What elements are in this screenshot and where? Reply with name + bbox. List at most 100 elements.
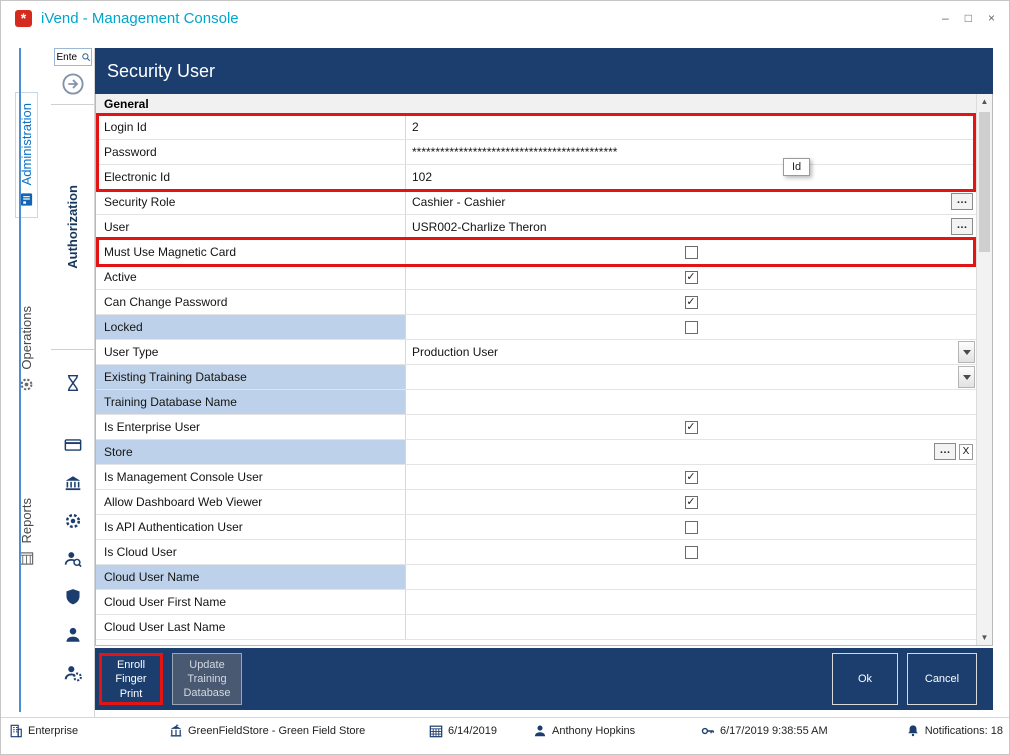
status-text: 6/17/2019 9:38:55 AM <box>720 725 828 737</box>
scroll-thumb[interactable] <box>979 112 990 252</box>
status-current-user[interactable]: Anthony Hopkins <box>533 718 635 744</box>
update-training-database-button[interactable]: Update Training Database <box>172 653 242 705</box>
go-button[interactable] <box>61 72 85 96</box>
status-text: Notifications: 18 <box>924 725 1003 737</box>
search-icon[interactable] <box>81 52 91 62</box>
shield-icon[interactable] <box>64 588 82 606</box>
row-label: Security Role <box>96 190 406 214</box>
tools-gear-icon[interactable] <box>64 512 82 530</box>
calendar-icon <box>429 724 443 738</box>
row-label: User Type <box>96 340 406 364</box>
ok-button[interactable]: Ok <box>832 653 898 705</box>
row-value: ✓ <box>406 415 976 439</box>
toolbar-icons <box>64 350 82 702</box>
form-row: Cloud User Last Name <box>96 615 976 640</box>
form-row: Cloud User Name <box>96 565 976 590</box>
row-label: Locked <box>96 315 406 339</box>
row-label: Cloud User Last Name <box>96 615 406 639</box>
property-grid: General Login Id 2 Password ***************… <box>95 94 993 646</box>
tab-label: Operations <box>18 306 34 370</box>
form-row: Existing Training Database <box>96 365 976 390</box>
checkbox[interactable] <box>684 545 698 559</box>
ellipsis-button[interactable]: … <box>951 218 973 235</box>
row-value[interactable]: 2 <box>406 115 976 139</box>
row-label: Can Change Password <box>96 290 406 314</box>
window-title: iVend - Management Console <box>41 9 239 27</box>
user-search-icon[interactable] <box>64 550 82 568</box>
checkbox[interactable] <box>684 320 698 334</box>
row-value[interactable] <box>406 615 976 639</box>
status-business-date[interactable]: 6/14/2019 <box>429 718 497 744</box>
form-row: User USR002-Charlize Theron… <box>96 215 976 240</box>
row-value[interactable]: 102 <box>406 165 976 189</box>
dropdown-button[interactable] <box>958 341 975 363</box>
status-text: Anthony Hopkins <box>552 725 636 737</box>
checkbox[interactable] <box>684 520 698 534</box>
dropdown-button[interactable] <box>958 366 975 388</box>
cancel-button[interactable]: Cancel <box>907 653 977 705</box>
search-input[interactable] <box>54 50 81 64</box>
checkbox[interactable] <box>684 245 698 259</box>
row-label: Training Database Name <box>96 390 406 414</box>
arrow-right-circle-icon <box>61 72 85 96</box>
close-button[interactable]: × <box>988 11 995 25</box>
panel-label: Authorization <box>65 185 80 269</box>
minimize-button[interactable]: – <box>942 11 949 25</box>
panel-authorization[interactable]: Authorization <box>51 104 94 350</box>
bank-icon[interactable] <box>64 474 82 492</box>
row-value[interactable]: ****************************************… <box>406 140 976 164</box>
row-value-text: 2 <box>412 120 419 134</box>
search-box <box>53 48 92 66</box>
app-logo-icon: * <box>15 9 32 27</box>
ellipsis-button[interactable]: … <box>951 193 973 210</box>
row-value: ✓ <box>406 290 976 314</box>
tab-administration[interactable]: Administration <box>14 92 38 219</box>
clear-button[interactable]: X <box>959 444 973 460</box>
user-settings-icon[interactable] <box>64 664 82 682</box>
form-row: Is API Authentication User <box>96 515 976 540</box>
row-value[interactable]: … X <box>406 440 976 464</box>
checkbox[interactable]: ✓ <box>684 295 698 309</box>
row-label: Cloud User Name <box>96 565 406 589</box>
row-value <box>406 540 976 564</box>
enroll-fingerprint-button[interactable]: Enroll Finger Print <box>99 653 163 705</box>
row-value[interactable] <box>406 590 976 614</box>
status-store[interactable]: GreenFieldStore - Green Field Store <box>169 718 365 744</box>
checkbox[interactable]: ✓ <box>684 495 698 509</box>
vertical-scrollbar[interactable]: ▲ ▼ <box>976 94 992 645</box>
maximize-button[interactable]: □ <box>965 11 972 25</box>
row-value[interactable]: Cashier - Cashier… <box>406 190 976 214</box>
row-value[interactable]: USR002-Charlize Theron… <box>406 215 976 239</box>
status-enterprise[interactable]: Enterprise <box>9 718 78 744</box>
form-row: Electronic Id 102 <box>96 165 976 190</box>
checkbox[interactable]: ✓ <box>684 420 698 434</box>
status-bar: Enterprise GreenFieldStore - Green Field… <box>1 717 1009 744</box>
row-value: ✓ <box>406 465 976 489</box>
title-bar: * iVend - Management Console – □ × <box>1 1 1009 35</box>
user-icon[interactable] <box>64 626 82 644</box>
row-value <box>406 315 976 339</box>
hourglass-icon[interactable] <box>64 374 82 392</box>
checkbox[interactable]: ✓ <box>684 470 698 484</box>
row-value[interactable]: Production User <box>406 340 976 364</box>
row-value[interactable] <box>406 390 976 414</box>
row-value[interactable] <box>406 565 976 589</box>
ellipsis-button[interactable]: … <box>934 443 956 460</box>
payment-card-icon[interactable] <box>64 436 82 454</box>
checkbox[interactable]: ✓ <box>684 270 698 284</box>
row-label: Password <box>96 140 406 164</box>
form-row: Must Use Magnetic Card <box>96 240 976 265</box>
scroll-down-arrow[interactable]: ▼ <box>977 630 992 645</box>
row-label: Electronic Id <box>96 165 406 189</box>
status-login-time[interactable]: 6/17/2019 9:38:55 AM <box>701 718 828 744</box>
window-controls: – □ × <box>942 11 1009 25</box>
row-value <box>406 240 976 264</box>
row-value-text: ****************************************… <box>412 145 618 159</box>
section-header[interactable]: General <box>96 94 976 115</box>
row-value[interactable] <box>406 365 976 389</box>
scroll-up-arrow[interactable]: ▲ <box>977 94 992 109</box>
status-notifications[interactable]: Notifications: 18 <box>906 718 1003 744</box>
tooltip: Id <box>783 158 811 176</box>
tab-label: Reports <box>18 497 34 544</box>
row-label: Existing Training Database <box>96 365 406 389</box>
